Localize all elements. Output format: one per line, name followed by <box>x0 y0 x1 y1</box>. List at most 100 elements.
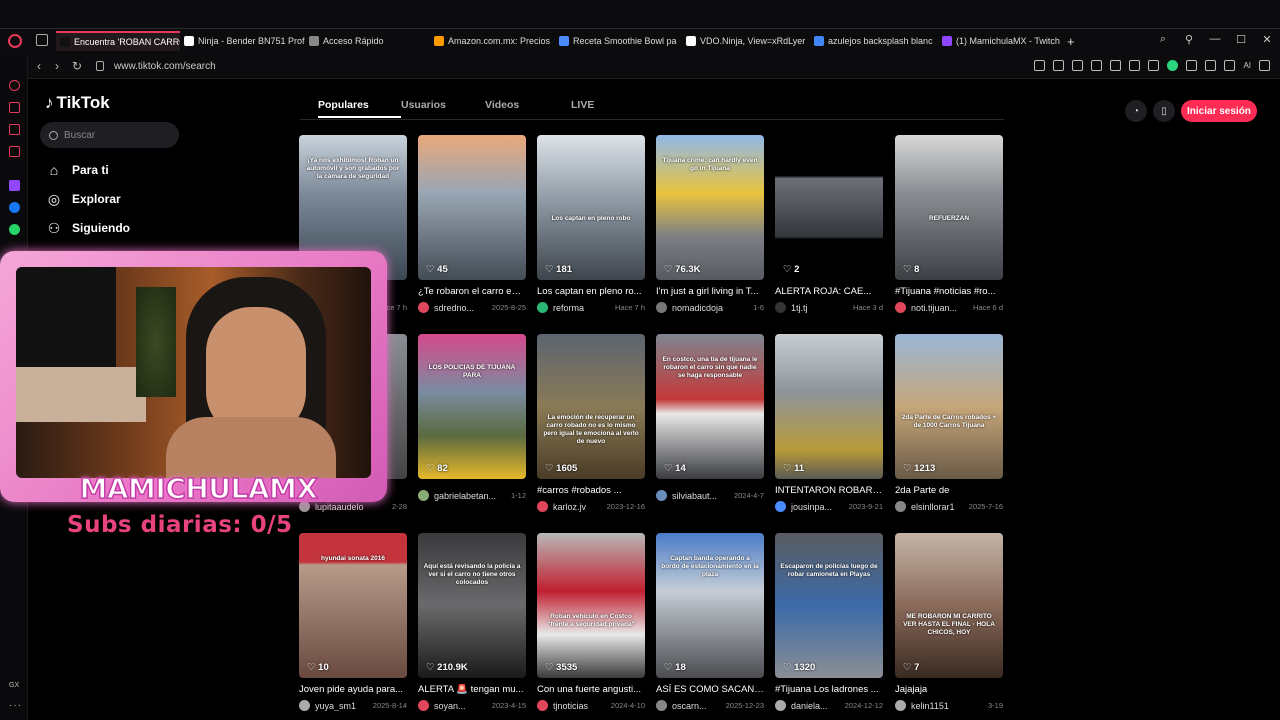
username[interactable]: jousinpa... <box>791 502 832 512</box>
heart-icon[interactable] <box>1129 60 1141 71</box>
gx-control-icon[interactable] <box>9 80 20 91</box>
wallet-icon[interactable] <box>1205 60 1217 71</box>
username[interactable]: gabrielabetan... <box>434 491 496 501</box>
ai-button[interactable]: AI <box>1243 60 1251 71</box>
avatar[interactable] <box>775 302 786 313</box>
avatar[interactable] <box>537 501 548 512</box>
avatar[interactable] <box>895 501 906 512</box>
vpn-icon[interactable] <box>1167 60 1179 71</box>
video-card[interactable]: ♡ 11 INTENTARON ROBAR ... jousinpa... 2023-… <box>775 334 883 512</box>
video-card[interactable]: REFUERZAN ♡ 8 #Tijuana #noticias #ro... not… <box>895 135 1003 313</box>
username[interactable]: daniela... <box>791 701 828 711</box>
avatar[interactable] <box>656 490 667 501</box>
video-caption[interactable]: #carros #robados ... <box>537 485 645 496</box>
video-thumbnail[interactable]: Tijuana crime: can hardly even go in Tij… <box>656 135 764 280</box>
video-thumbnail[interactable]: 2da Parte de Carros robados + de 1000 Ca… <box>895 334 1003 479</box>
username[interactable]: soyan... <box>434 701 466 711</box>
video-card[interactable]: Escaparon de policías luego de robar cam… <box>775 533 883 711</box>
tiktok-logo[interactable]: ♪ TikTok <box>45 93 110 113</box>
video-thumbnail[interactable]: Roban vehículo en Costco "frente a segur… <box>537 533 645 678</box>
username[interactable]: kelin1151 <box>911 701 949 711</box>
video-caption[interactable]: INTENTARON ROBAR ... <box>775 485 883 496</box>
username[interactable]: 1tj.tj <box>791 303 808 313</box>
browser-tab[interactable]: Encuentra 'ROBAN CARRO <box>56 31 180 51</box>
avatar[interactable] <box>537 302 548 313</box>
username[interactable]: yuya_sm1 <box>315 701 356 711</box>
video-card[interactable]: La emoción de recuperar un carro robado … <box>537 334 645 512</box>
video-thumbnail[interactable]: ♡ 2 <box>775 135 883 280</box>
new-tab-button[interactable]: + <box>1063 31 1083 51</box>
video-thumbnail[interactable]: LOS POLICIAS DE TIJUANA PARA ♡ 82 <box>418 334 526 479</box>
opera-gx-logo-icon[interactable] <box>8 34 22 48</box>
tab-populares[interactable]: Populares <box>318 99 401 118</box>
tab-usuarios[interactable]: Usuarios <box>401 99 485 118</box>
avatar[interactable] <box>537 700 548 711</box>
reload-icon[interactable]: ↻ <box>72 59 82 73</box>
video-caption[interactable]: ALERTA 🚨 tengan mu... <box>418 684 526 695</box>
nav-explore[interactable]: ◎ Explorar <box>46 191 121 207</box>
username[interactable]: sdredno... <box>434 303 474 313</box>
url-field[interactable]: www.tiktok.com/search <box>114 61 216 72</box>
gx-corner-icon[interactable] <box>9 102 20 113</box>
video-card[interactable]: hyundai sonata 2016 ♡ 10 Joven pide ayuda … <box>299 533 407 711</box>
minimize-icon[interactable]: — <box>1208 33 1222 46</box>
username[interactable]: silviabaut... <box>672 491 717 501</box>
translate-icon[interactable] <box>1091 60 1103 71</box>
video-caption[interactable]: Con una fuerte angusti... <box>537 684 645 695</box>
video-caption[interactable]: ¿Te robaron el carro en ... <box>418 286 526 297</box>
nav-following[interactable]: ⚇ Siguiendo <box>46 220 130 236</box>
tab-videos[interactable]: Videos <box>485 99 571 118</box>
username[interactable]: elsinllorar1 <box>911 502 955 512</box>
username[interactable]: karloz.jv <box>553 502 586 512</box>
twitch-icon[interactable] <box>9 180 20 191</box>
video-caption[interactable]: 2da Parte de <box>895 485 1003 496</box>
browser-tab[interactable]: (1) MamichulaMX - Twitch <box>938 31 1063 51</box>
video-card[interactable]: Roban vehículo en Costco "frente a segur… <box>537 533 645 711</box>
video-card[interactable]: ME ROBARON MI CARRITO VER HASTA EL FINAL… <box>895 533 1003 711</box>
video-card[interactable]: ♡ 2 ALERTA ROJA: CAE... 1tj.tj Hace 3 d <box>775 135 883 313</box>
browser-tab[interactable]: Receta Smoothie Bowl pa <box>555 31 682 51</box>
video-card[interactable]: LOS POLICIAS DE TIJUANA PARA ♡ 82 gabriela… <box>418 334 526 501</box>
grid-icon[interactable] <box>1148 60 1160 71</box>
video-thumbnail[interactable]: Escaparon de policías luego de robar cam… <box>775 533 883 678</box>
video-thumbnail[interactable]: hyundai sonata 2016 ♡ 10 <box>299 533 407 678</box>
avatar[interactable] <box>418 302 429 313</box>
browser-tab[interactable]: VDO.Ninja, View=xRdLyer <box>682 31 810 51</box>
snapshot-icon[interactable] <box>1053 60 1065 71</box>
login-button[interactable]: Iniciar sesión <box>1181 100 1257 122</box>
pin-icon[interactable]: ⚲ <box>1182 33 1196 46</box>
download-icon[interactable] <box>1224 60 1236 71</box>
forward-icon[interactable]: › <box>55 59 59 73</box>
avatar[interactable] <box>895 700 906 711</box>
sidebar-more-icon[interactable]: ··· <box>9 700 22 711</box>
username[interactable]: noti.tijuan... <box>911 303 957 313</box>
avatar[interactable] <box>656 302 667 313</box>
avatar[interactable] <box>418 700 429 711</box>
avatar[interactable] <box>418 490 429 501</box>
avatar[interactable] <box>895 302 906 313</box>
video-card[interactable]: Tijuana crime: can hardly even go in Tij… <box>656 135 764 313</box>
video-card[interactable]: Aquí está revisando la policía a ver si … <box>418 533 526 711</box>
video-card[interactable]: En costco, una tía de tijuana le robaron… <box>656 334 764 501</box>
video-card[interactable]: 2da Parte de Carros robados + de 1000 Ca… <box>895 334 1003 512</box>
browser-tab[interactable]: Amazon.com.mx: Precios <box>430 31 555 51</box>
search-box[interactable] <box>40 122 179 148</box>
username[interactable]: nomadicdoja <box>672 303 723 313</box>
avatar[interactable] <box>299 700 310 711</box>
close-icon[interactable]: ✕ <box>1260 33 1274 46</box>
video-caption[interactable]: I'm just a girl living in T... <box>656 286 764 297</box>
avatar[interactable] <box>656 700 667 711</box>
search-tabs-icon[interactable]: ⌕ <box>1156 33 1170 46</box>
video-card[interactable]: ♡ 45 ¿Te robaron el carro en ... sdredno..… <box>418 135 526 313</box>
video-card[interactable]: Captan banda operando a bordo de estacio… <box>656 533 764 711</box>
maximize-icon[interactable]: ☐ <box>1234 33 1248 46</box>
video-caption[interactable]: #Tijuana #noticias #ro... <box>895 286 1003 297</box>
video-thumbnail[interactable]: En costco, una tía de tijuana le robaron… <box>656 334 764 479</box>
tab-islands-icon[interactable] <box>36 34 48 46</box>
device-icon[interactable]: ▯ <box>1153 100 1175 122</box>
gx-store-icon[interactable] <box>9 124 20 135</box>
video-caption[interactable]: #Tijuana Los ladrones ... <box>775 684 883 695</box>
video-card[interactable]: Los captan en pleno robo ♡ 181 Los captan … <box>537 135 645 313</box>
username[interactable]: tjnoticias <box>553 701 588 711</box>
whatsapp-icon[interactable] <box>9 224 20 235</box>
